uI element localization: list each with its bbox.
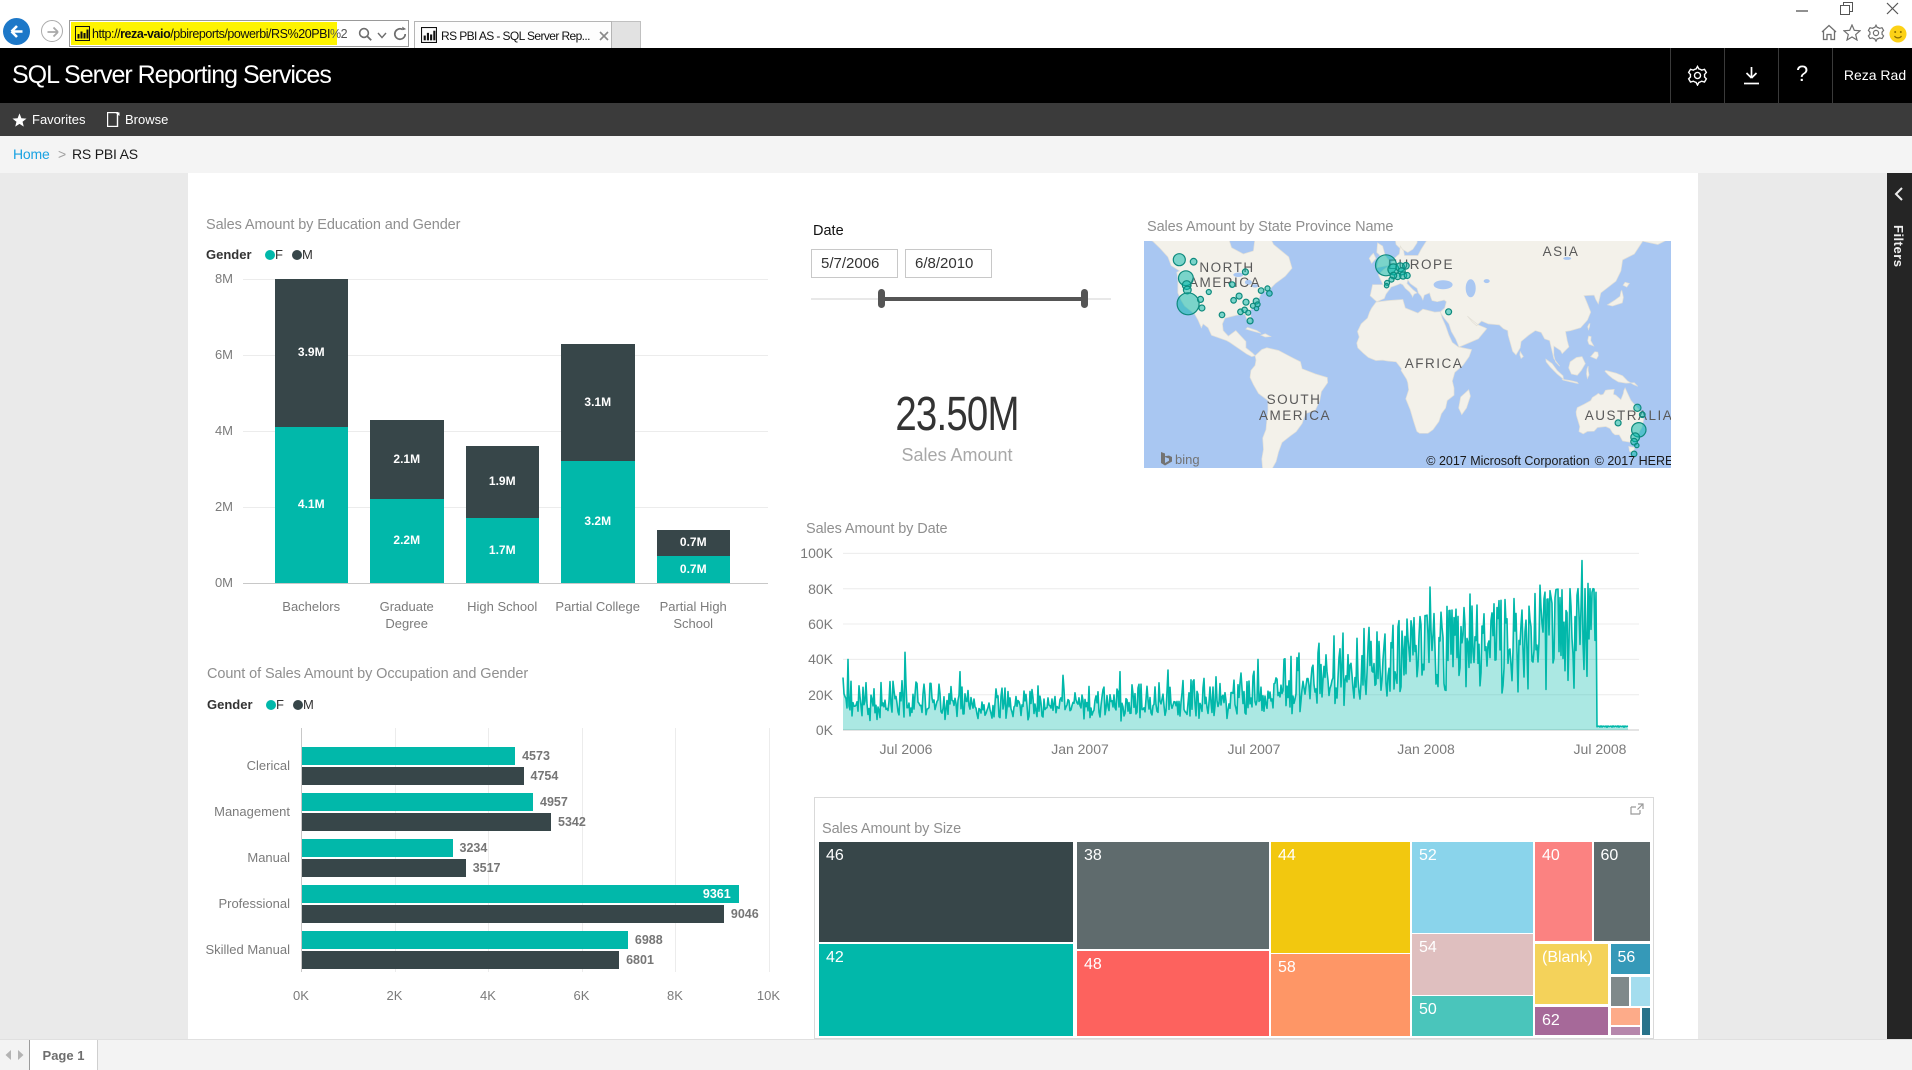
svg-text:AFRICA: AFRICA — [1405, 356, 1464, 371]
svg-text:© 2017 HERE: © 2017 HERE — [1595, 454, 1671, 468]
svg-text:AMERICA: AMERICA — [1259, 408, 1331, 423]
svg-text:AUSTRALIA: AUSTRALIA — [1585, 408, 1671, 423]
svg-text:ASIA: ASIA — [1543, 244, 1580, 259]
svg-text:AMERICA: AMERICA — [1189, 275, 1261, 290]
svg-text:© 2017 Microsoft Corporation: © 2017 Microsoft Corporation — [1426, 454, 1590, 468]
svg-text:SOUTH: SOUTH — [1267, 392, 1322, 407]
svg-text:bing: bing — [1175, 452, 1200, 467]
